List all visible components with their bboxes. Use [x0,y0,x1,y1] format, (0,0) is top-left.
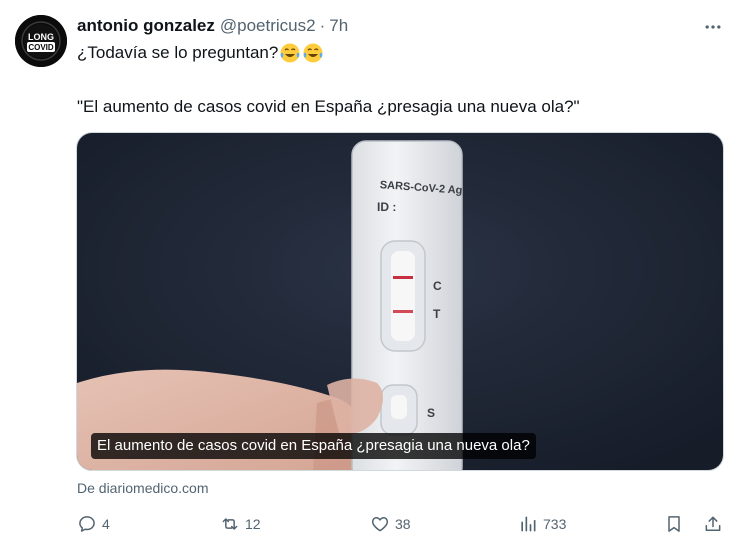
views-button[interactable]: 733 [518,510,566,538]
tweet-header: antonio gonzalez @poetricus2 · 7h [77,15,348,37]
retweet-count: 12 [245,516,261,532]
more-horizontal-icon [705,25,721,29]
bookmark-button[interactable] [664,510,684,538]
tweet-text-line1: ¿Todavía se lo preguntan? [77,41,324,65]
avatar[interactable]: LONG COVID [15,15,67,67]
svg-text:S: S [427,406,435,420]
bookmark-icon [668,516,680,532]
image-caption: El aumento de casos covid en España ¿pre… [91,433,536,459]
svg-text:LONG: LONG [28,32,54,42]
tears-of-joy-emoji-icon [303,43,323,63]
action-bar: 4 12 38 733 [0,510,752,538]
tweet-time[interactable]: 7h [329,16,348,36]
views-count: 733 [543,516,567,532]
svg-text:T: T [433,307,441,321]
svg-text:C: C [433,279,442,293]
like-button[interactable]: 38 [370,510,411,538]
like-count: 38 [395,516,411,532]
card-source-link[interactable]: De diariomedico.com [77,480,209,496]
retweet-button[interactable]: 12 [220,510,261,538]
covid-test-photo: SARS-CoV-2 Ag ID : C T S [77,133,723,470]
views-bar-chart-icon [521,516,536,532]
link-card[interactable]: SARS-CoV-2 Ag ID : C T S El aumento de c… [76,132,724,471]
svg-text:COVID: COVID [28,43,54,52]
tweet-text-line2: "El aumento de casos covid en España ¿pr… [77,97,580,116]
share-icon [705,516,721,531]
tweet-text: ¿Todavía se lo preguntan? [77,43,279,62]
svg-text:ID :: ID : [377,200,396,214]
retweet-icon [222,518,238,530]
reply-button[interactable]: 4 [77,510,110,538]
reply-icon [79,516,95,532]
share-button[interactable] [703,510,723,538]
reply-count: 4 [102,516,110,532]
author-handle[interactable]: @poetricus2 [220,16,316,36]
heart-icon [371,517,389,532]
tweet[interactable]: LONG COVID antonio gonzalez @poetricus2 … [0,0,752,548]
separator-dot: · [319,16,326,35]
author-name[interactable]: antonio gonzalez [77,16,215,36]
more-options-button[interactable] [700,14,726,40]
long-covid-logo-icon: LONG COVID [15,15,67,67]
tears-of-joy-emoji-icon [280,43,300,63]
